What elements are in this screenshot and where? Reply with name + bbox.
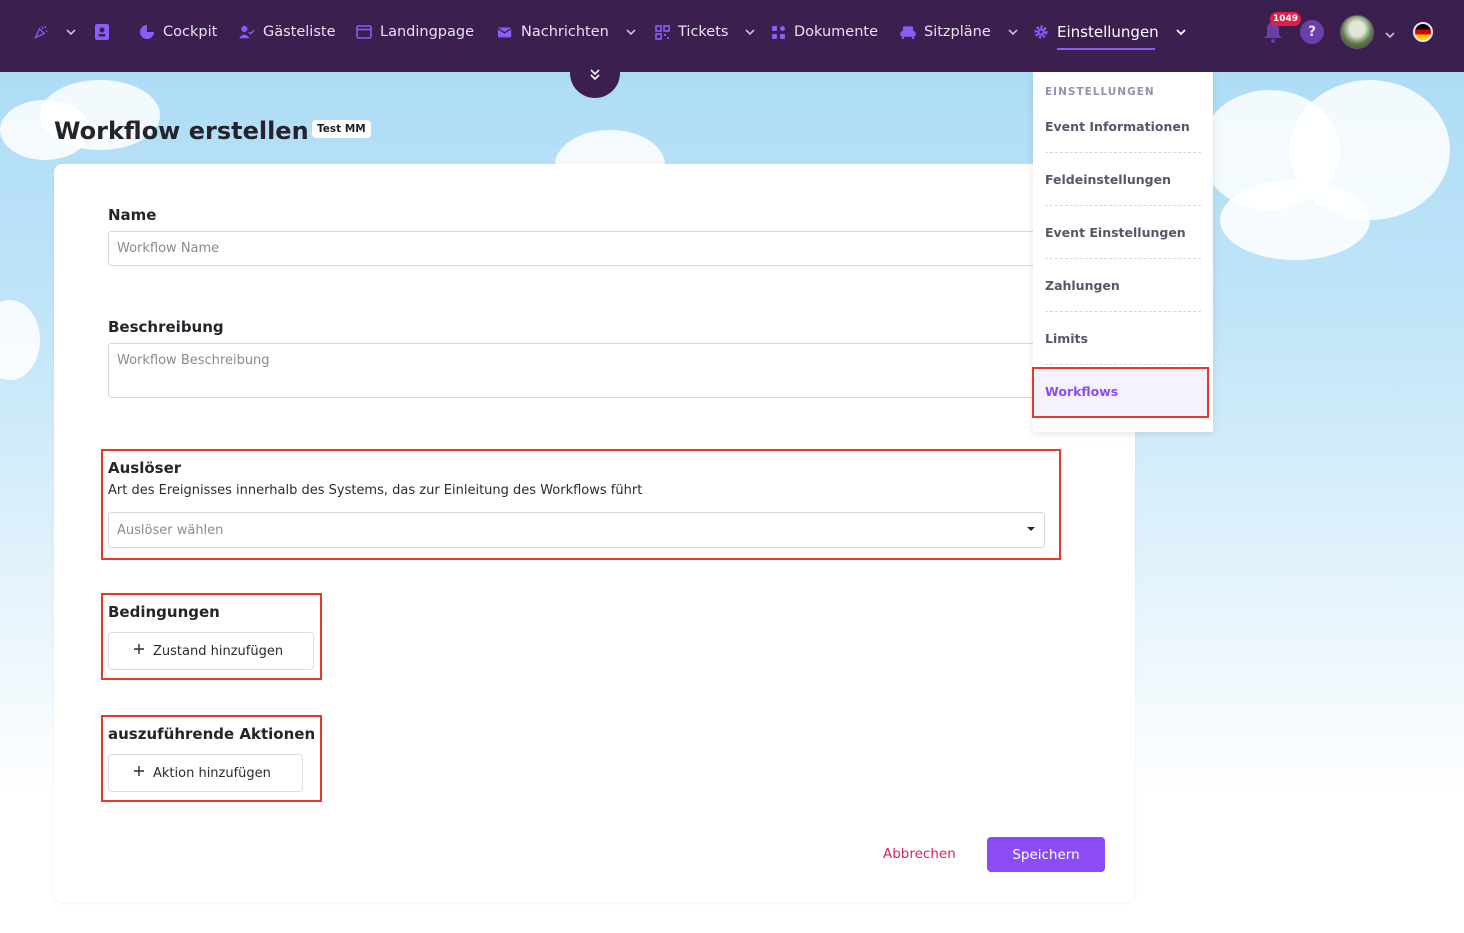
nav-tickets[interactable]: Tickets	[654, 0, 756, 64]
qr-code-icon	[654, 24, 670, 40]
add-action-button[interactable]: Aktion hinzufügen	[108, 754, 303, 792]
nav-sitzplaene[interactable]: Sitzpläne	[900, 0, 1019, 64]
page-title: Workflow erstellen	[54, 117, 309, 145]
settings-menu-heading: EINSTELLUNGEN	[1045, 86, 1155, 98]
armchair-icon	[900, 24, 916, 40]
add-condition-button[interactable]: Zustand hinzufügen	[108, 632, 314, 670]
nav-cockpit-label: Cockpit	[163, 24, 218, 40]
trigger-select-placeholder: Auslöser wählen	[117, 522, 224, 538]
add-action-label: Aktion hinzufügen	[153, 765, 271, 781]
event-badge: Test MM	[312, 120, 371, 138]
menu-item-event-informationen[interactable]: Event Informationen	[1045, 100, 1201, 153]
plus-icon	[133, 765, 145, 781]
chevron-down-icon	[1175, 26, 1187, 38]
workflows-highlight	[1032, 367, 1209, 418]
address-book-icon	[94, 24, 110, 40]
nav-gaesteliste[interactable]: Gästeliste	[239, 0, 336, 64]
browser-window-icon	[356, 24, 372, 40]
help-button[interactable]: ?	[1300, 20, 1324, 44]
contacts-book-button[interactable]	[94, 0, 110, 64]
active-tab-underline	[1057, 48, 1155, 50]
plus-icon	[133, 643, 145, 659]
menu-item-limits[interactable]: Limits	[1045, 312, 1201, 365]
chevron-down-icon	[65, 26, 77, 38]
chevron-down-icon	[1007, 26, 1019, 38]
menu-item-feldeinstellungen[interactable]: Feldeinstellungen	[1045, 153, 1201, 206]
mail-check-icon	[497, 24, 513, 40]
nav-gaesteliste-label: Gästeliste	[263, 24, 336, 40]
nav-dokumente-label: Dokumente	[794, 24, 879, 40]
app-logo-menu[interactable]	[33, 0, 77, 64]
nav-einstellungen[interactable]: Einstellungen	[1033, 0, 1187, 64]
double-chevron-down-icon	[588, 67, 602, 86]
description-label: Beschreibung	[108, 318, 224, 336]
cloud-decoration	[1220, 180, 1370, 260]
question-mark-icon: ?	[1307, 24, 1317, 40]
menu-item-event-einstellungen[interactable]: Event Einstellungen	[1045, 206, 1201, 259]
trigger-description: Art des Ereignisses innerhalb des System…	[108, 483, 643, 498]
nav-tickets-label: Tickets	[678, 24, 729, 40]
cloud-decoration	[0, 300, 40, 380]
menu-item-zahlungen[interactable]: Zahlungen	[1045, 259, 1201, 312]
party-popper-icon	[33, 24, 49, 40]
nav-dokumente[interactable]: Dokumente	[770, 0, 878, 64]
nav-sitzplaene-label: Sitzpläne	[924, 24, 991, 40]
cancel-button[interactable]: Abbrechen	[883, 846, 956, 862]
pie-chart-icon	[139, 24, 155, 40]
nav-nachrichten-label: Nachrichten	[521, 24, 609, 40]
chevron-down-icon	[744, 26, 756, 38]
trigger-label: Auslöser	[108, 459, 182, 477]
collapse-header-button[interactable]	[570, 52, 620, 98]
top-navbar: Cockpit Gästeliste Landingpage Nachricht…	[0, 0, 1464, 72]
trigger-select[interactable]: Auslöser wählen	[108, 512, 1045, 548]
user-check-icon	[239, 24, 255, 40]
actions-label: auszuführende Aktionen	[108, 725, 316, 743]
gear-icon	[1033, 24, 1049, 40]
chevron-down-icon	[625, 26, 637, 38]
chevron-down-icon[interactable]	[1384, 26, 1396, 45]
nav-cockpit[interactable]: Cockpit	[139, 0, 217, 64]
workflow-name-input[interactable]	[108, 231, 1045, 266]
conditions-label: Bedingungen	[108, 603, 220, 621]
notification-count-badge: 1049	[1270, 12, 1302, 26]
save-button[interactable]: Speichern	[987, 837, 1105, 872]
add-condition-label: Zustand hinzufügen	[153, 643, 284, 659]
caret-down-icon	[1026, 523, 1036, 538]
nav-landingpage[interactable]: Landingpage	[356, 0, 474, 64]
bell-icon	[1262, 22, 1284, 48]
nav-landingpage-label: Landingpage	[380, 24, 474, 40]
name-label: Name	[108, 206, 157, 224]
grid-blocks-icon	[770, 24, 786, 40]
german-flag-icon[interactable]	[1413, 22, 1433, 42]
avatar[interactable]	[1340, 15, 1374, 49]
nav-einstellungen-label: Einstellungen	[1057, 23, 1159, 41]
workflow-description-input[interactable]	[108, 343, 1045, 398]
